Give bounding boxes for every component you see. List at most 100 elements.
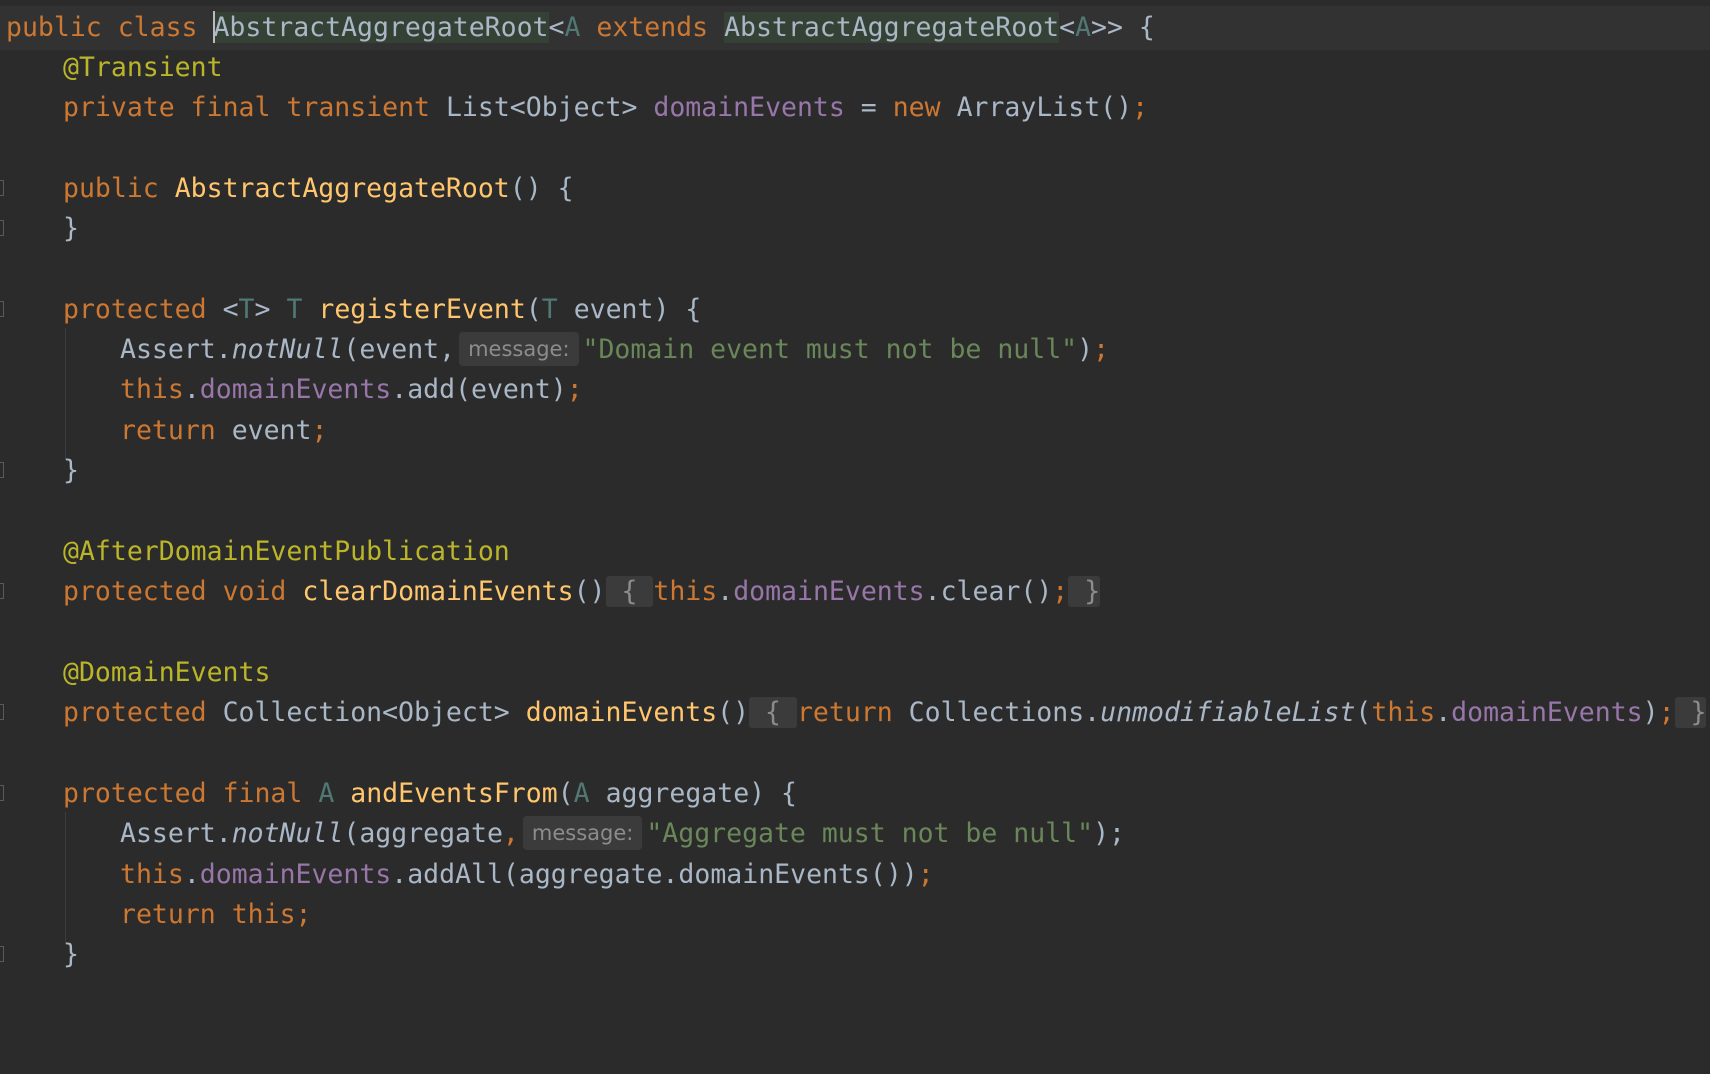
annotation: @AfterDomainEventPublication bbox=[63, 536, 510, 567]
generic-bracket: < bbox=[222, 294, 239, 325]
fold-marker-icon[interactable] bbox=[0, 583, 4, 599]
code-line-return-event[interactable]: return event; bbox=[120, 409, 327, 453]
field-name: domainEvents bbox=[653, 92, 845, 123]
fold-marker-icon[interactable] bbox=[0, 704, 4, 720]
folded-brace-close[interactable]: } bbox=[1674, 697, 1707, 728]
code-line-add-event[interactable]: this.domainEvents.add(event); bbox=[120, 368, 583, 412]
code-line-annotation-after-publication[interactable]: @AfterDomainEventPublication bbox=[63, 530, 510, 574]
method-name: domainEvents bbox=[525, 697, 718, 728]
keyword: final bbox=[190, 92, 271, 123]
keyword: return bbox=[120, 415, 216, 446]
keyword: this bbox=[120, 374, 184, 405]
keyword: public bbox=[63, 173, 159, 204]
parameter-hint: message: bbox=[522, 815, 643, 850]
closing-brace: } bbox=[63, 213, 79, 244]
superclass-name: AbstractAggregateRoot bbox=[724, 12, 1060, 43]
keyword: private bbox=[63, 92, 175, 123]
constructor-call: ArrayList() bbox=[956, 92, 1133, 123]
constructor-signature: () { bbox=[509, 173, 574, 204]
keyword: public bbox=[6, 12, 102, 43]
return-type: T bbox=[286, 294, 303, 325]
indent-guide bbox=[65, 812, 66, 944]
generic-bracket: < bbox=[548, 12, 565, 43]
call-args: (event, bbox=[343, 334, 456, 365]
keyword: class bbox=[117, 12, 198, 43]
annotation: @DomainEvents bbox=[63, 657, 271, 688]
indent-guide bbox=[65, 328, 66, 460]
param-type: A bbox=[573, 778, 590, 809]
type-parameter: A bbox=[564, 12, 581, 43]
code-line-close-brace[interactable]: } bbox=[63, 933, 79, 977]
keyword: protected bbox=[63, 697, 207, 728]
keyword: extends bbox=[596, 12, 709, 43]
code-line-close-brace[interactable]: } bbox=[63, 207, 79, 251]
call-args: (aggregate bbox=[343, 818, 503, 849]
paren: ( bbox=[1355, 697, 1372, 728]
param-list: aggregate) { bbox=[589, 778, 798, 809]
code-line-register-event[interactable]: protected <T> T registerEvent(T event) { bbox=[63, 288, 701, 332]
field-name: domainEvents bbox=[199, 859, 392, 890]
code-line-annotation-domain-events[interactable]: @DomainEvents bbox=[63, 651, 270, 695]
keyword: new bbox=[892, 92, 941, 123]
class-ref: Assert. bbox=[120, 334, 232, 365]
paren: ) bbox=[1642, 697, 1659, 728]
paren: ); bbox=[1093, 818, 1125, 849]
type-name: List<Object> bbox=[445, 92, 638, 123]
param-list: event) { bbox=[557, 294, 702, 325]
closing-brace: } bbox=[63, 939, 79, 970]
dot: . bbox=[717, 576, 734, 607]
semicolon: ; bbox=[1658, 697, 1675, 728]
method-call: .addAll(aggregate.domainEvents()) bbox=[391, 859, 918, 890]
static-method: notNull bbox=[231, 818, 344, 849]
semicolon: ; bbox=[295, 899, 312, 930]
fold-marker-icon[interactable] bbox=[0, 220, 4, 236]
code-line-domain-events-getter[interactable]: protected Collection<Object> domainEvent… bbox=[63, 691, 1707, 735]
fold-marker-icon[interactable] bbox=[0, 462, 4, 478]
code-line-annotation-transient[interactable]: @Transient bbox=[63, 46, 223, 90]
method-call: .clear() bbox=[924, 576, 1053, 607]
keyword: protected bbox=[63, 294, 207, 325]
static-method: notNull bbox=[231, 334, 344, 365]
field-name: domainEvents bbox=[1451, 697, 1643, 728]
code-line-constructor[interactable]: public AbstractAggregateRoot() { bbox=[63, 167, 574, 211]
code-line-field-declaration[interactable]: private final transient List<Object> dom… bbox=[63, 86, 1148, 130]
fold-marker-icon[interactable] bbox=[0, 785, 4, 801]
folded-brace-open[interactable]: { bbox=[605, 576, 654, 607]
method-name: registerEvent bbox=[318, 294, 526, 325]
folded-brace-open[interactable]: { bbox=[749, 697, 797, 728]
method-call: .add(event) bbox=[391, 374, 567, 405]
keyword: this bbox=[1371, 697, 1436, 728]
class-open: >> { bbox=[1091, 12, 1155, 43]
generic-bracket: < bbox=[1059, 12, 1076, 43]
dot: . bbox=[183, 859, 200, 890]
class-ref: Assert. bbox=[120, 818, 232, 849]
keyword: this bbox=[653, 576, 718, 607]
type-parameter: A bbox=[1075, 12, 1092, 43]
fold-marker-icon[interactable] bbox=[0, 301, 4, 317]
comma: , bbox=[502, 818, 519, 849]
paren: ( bbox=[557, 778, 574, 809]
code-line-assert[interactable]: Assert.notNull(aggregate, message: "Aggreg… bbox=[120, 812, 1125, 856]
paren: () bbox=[717, 697, 750, 728]
code-line-add-all[interactable]: this.domainEvents.addAll(aggregate.domai… bbox=[120, 853, 934, 897]
method-name: clearDomainEvents bbox=[302, 576, 574, 607]
code-line-close-brace[interactable]: } bbox=[63, 449, 79, 493]
semicolon: ; bbox=[311, 415, 328, 446]
fold-marker-icon[interactable] bbox=[0, 946, 4, 962]
method-name: andEventsFrom bbox=[350, 778, 558, 809]
code-editor[interactable]: public class AbstractAggregateRoot<A ext… bbox=[0, 0, 1710, 1074]
code-line-class-declaration[interactable]: public class AbstractAggregateRoot<A ext… bbox=[0, 6, 1710, 50]
type-name: Collection<Object> bbox=[222, 697, 510, 728]
field-name: domainEvents bbox=[733, 576, 925, 607]
code-line-and-events-from[interactable]: protected final A andEventsFrom(A aggreg… bbox=[63, 772, 797, 816]
semicolon: ; bbox=[1052, 576, 1069, 607]
keyword: protected bbox=[63, 576, 207, 607]
code-line-return-this[interactable]: return this; bbox=[120, 893, 312, 937]
operator: = bbox=[844, 92, 893, 123]
code-line-clear-domain-events[interactable]: protected void clearDomainEvents() { thi… bbox=[63, 570, 1101, 614]
fold-marker-icon[interactable] bbox=[0, 180, 4, 196]
folded-brace-close[interactable]: } bbox=[1068, 576, 1101, 607]
keyword: transient bbox=[286, 92, 430, 123]
code-line-assert[interactable]: Assert.notNull(event, message: "Domain eve… bbox=[120, 328, 1109, 372]
closing-brace: } bbox=[63, 455, 79, 486]
